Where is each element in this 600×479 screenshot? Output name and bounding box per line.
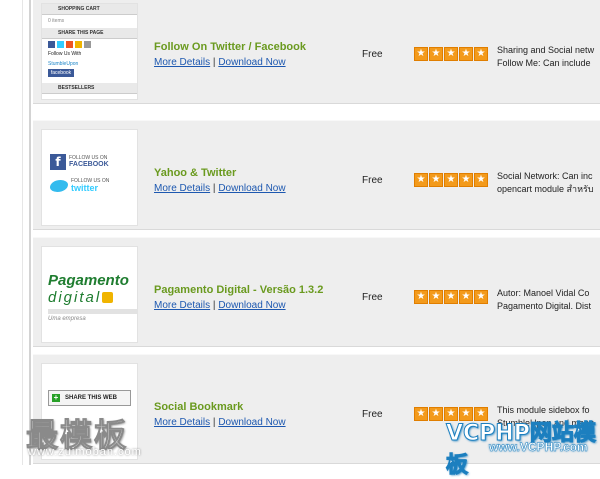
description-line: Autor: Manoel Vidal Co xyxy=(497,288,590,298)
download-now-link[interactable]: Download Now xyxy=(218,57,285,68)
thumb-bestsellers-header: BESTSELLERS xyxy=(42,83,137,94)
description-line: Social Network: Can inc xyxy=(497,171,593,181)
thumb-stumbleupon: StumbleUpon xyxy=(48,61,79,67)
rail-divider xyxy=(22,0,23,465)
plus-icon: + xyxy=(52,393,60,402)
price-label: Free xyxy=(362,409,383,420)
extension-list: SHOPPING CART 0 items SHARE THIS PAGE Fo… xyxy=(33,0,600,465)
star-icon: ★ xyxy=(414,290,428,304)
price-label: Free xyxy=(362,292,383,303)
twitter-follow-badge: FOLLOW US ON twitter xyxy=(50,178,137,193)
download-now-link[interactable]: Download Now xyxy=(218,183,285,194)
extension-links: More Details | Download Now xyxy=(154,183,286,194)
link-separator: | xyxy=(212,417,216,428)
star-icon: ★ xyxy=(444,290,458,304)
extension-description: Social Network: Can inc opencart module … xyxy=(497,170,600,196)
watermark-left-url: www.zuimoban.com xyxy=(28,446,142,458)
pagamento-logo: Pagamento digital Uma empresa xyxy=(48,273,137,322)
twitter-text: twitter xyxy=(71,183,98,193)
star-icon: ★ xyxy=(444,47,458,61)
download-now-link[interactable]: Download Now xyxy=(218,417,285,428)
extension-thumbnail[interactable]: Pagamento digital Uma empresa xyxy=(41,246,138,343)
download-now-link[interactable]: Download Now xyxy=(218,300,285,311)
thumb-cart-items: 0 items xyxy=(48,18,65,24)
star-rating: ★ ★ ★ ★ ★ xyxy=(414,290,488,304)
link-separator: | xyxy=(212,57,216,68)
extension-row: f FOLLOW US ON FACEBOOK FOLLOW US ON twi… xyxy=(33,120,600,230)
link-separator: | xyxy=(212,300,216,311)
more-details-link[interactable]: More Details xyxy=(154,183,210,194)
star-icon: ★ xyxy=(474,173,488,187)
thumb-follow-text: Follow Us With xyxy=(48,51,82,57)
facebook-text: FACEBOOK xyxy=(69,161,109,168)
facebook-icon: f xyxy=(50,154,66,170)
share-icon xyxy=(57,41,64,48)
thumb-share-icons xyxy=(48,41,131,48)
extension-title[interactable]: Social Bookmark xyxy=(154,401,243,413)
star-icon: ★ xyxy=(429,290,443,304)
description-line: Pagamento Digital. Dist xyxy=(497,301,592,311)
extension-links: More Details | Download Now xyxy=(154,300,286,311)
extension-title[interactable]: Yahoo & Twitter xyxy=(154,167,236,179)
star-rating: ★ ★ ★ ★ ★ xyxy=(414,173,488,187)
extension-description: Sharing and Social netw Follow Me: Can i… xyxy=(497,44,600,70)
logo-mark-icon xyxy=(102,292,114,304)
extension-thumbnail[interactable]: f FOLLOW US ON FACEBOOK FOLLOW US ON twi… xyxy=(41,129,138,226)
facebook-follow-badge: f FOLLOW US ON FACEBOOK xyxy=(50,154,137,170)
link-separator: | xyxy=(212,183,216,194)
price-label: Free xyxy=(362,49,383,60)
share-icon xyxy=(75,41,82,48)
star-icon: ★ xyxy=(414,47,428,61)
star-icon: ★ xyxy=(444,173,458,187)
star-icon: ★ xyxy=(474,290,488,304)
extension-title[interactable]: Follow On Twitter / Facebook xyxy=(154,41,306,53)
star-icon: ★ xyxy=(429,407,443,421)
description-line: opencart module สำหรับ xyxy=(497,184,594,194)
twitter-bird-icon xyxy=(50,179,68,192)
more-details-link[interactable]: More Details xyxy=(154,417,210,428)
logo-subtitle: digital xyxy=(48,289,102,306)
extension-links: More Details | Download Now xyxy=(154,57,286,68)
star-icon: ★ xyxy=(414,407,428,421)
thumb-shopping-cart-header: SHOPPING CART xyxy=(42,4,137,15)
extension-row: SHOPPING CART 0 items SHARE THIS PAGE Fo… xyxy=(33,0,600,104)
thumb-facebook-badge: facebook xyxy=(48,69,74,77)
star-rating: ★ ★ ★ ★ ★ xyxy=(414,47,488,61)
star-icon: ★ xyxy=(459,173,473,187)
extension-row: Pagamento digital Uma empresa Pagamento … xyxy=(33,237,600,347)
share-icon xyxy=(84,41,91,48)
star-icon: ★ xyxy=(474,47,488,61)
logo-bar xyxy=(48,309,137,314)
extension-description: Autor: Manoel Vidal Co Pagamento Digital… xyxy=(497,287,600,313)
logo-title: Pagamento xyxy=(48,272,129,289)
watermark-right-url: www.VCPHP.com xyxy=(489,440,588,454)
logo-tagline: Uma empresa xyxy=(48,316,86,322)
left-rail xyxy=(0,0,31,465)
thumb-share-header: SHARE THIS PAGE xyxy=(42,28,137,39)
star-icon: ★ xyxy=(459,47,473,61)
extension-links: More Details | Download Now xyxy=(154,417,286,428)
star-icon: ★ xyxy=(414,173,428,187)
share-box-label: SHARE THIS WEB xyxy=(65,395,118,401)
extension-thumbnail[interactable]: SHOPPING CART 0 items SHARE THIS PAGE Fo… xyxy=(41,3,138,100)
price-label: Free xyxy=(362,175,383,186)
description-line: Sharing and Social netw xyxy=(497,45,595,55)
extension-title[interactable]: Pagamento Digital - Versão 1.3.2 xyxy=(154,284,323,296)
star-icon: ★ xyxy=(459,290,473,304)
description-line: Follow Me: Can include xyxy=(497,58,591,68)
share-icon xyxy=(66,41,73,48)
more-details-link[interactable]: More Details xyxy=(154,57,210,68)
star-icon: ★ xyxy=(429,173,443,187)
more-details-link[interactable]: More Details xyxy=(154,300,210,311)
share-this-web-box: + SHARE THIS WEB xyxy=(48,390,131,406)
share-icon xyxy=(48,41,55,48)
star-icon: ★ xyxy=(429,47,443,61)
